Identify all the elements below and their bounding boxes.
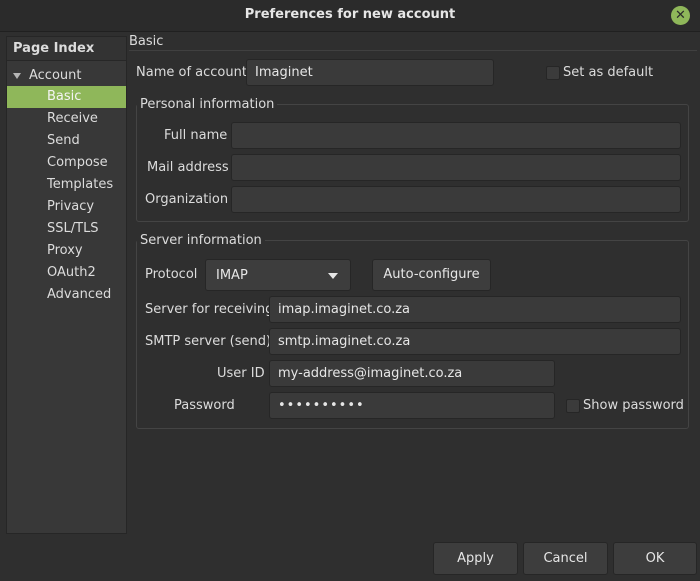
sidebar-item-label: Send — [47, 133, 80, 148]
name-of-account-field[interactable]: Imaginet — [246, 59, 494, 86]
personal-information-title: Personal information — [137, 97, 278, 112]
password-label: Password — [174, 398, 235, 413]
sidebar-item-privacy[interactable]: Privacy — [7, 196, 126, 218]
protocol-value: IMAP — [216, 268, 248, 283]
close-icon: ✕ — [675, 8, 686, 23]
sidebar-item-compose[interactable]: Compose — [7, 152, 126, 174]
chevron-down-icon — [328, 273, 338, 279]
smtp-server-field[interactable]: smtp.imaginet.co.za — [269, 328, 681, 355]
user-id-field[interactable]: my-address@imaginet.co.za — [269, 360, 555, 387]
sidebar-item-ssl-tls[interactable]: SSL/TLS — [7, 218, 126, 240]
title-bar: Preferences for new account ✕ — [0, 0, 700, 32]
mail-address-field[interactable] — [231, 154, 681, 181]
sidebar-item-label: Compose — [47, 155, 108, 170]
password-field[interactable]: •••••••••• — [269, 392, 555, 419]
page-index-label: Page Index — [13, 41, 95, 56]
server-information-title: Server information — [137, 233, 265, 248]
mail-address-label: Mail address — [147, 160, 229, 175]
sidebar-group-label: Account — [29, 68, 82, 83]
sidebar-item-basic[interactable]: Basic — [7, 86, 126, 108]
organization-field[interactable] — [231, 186, 681, 213]
user-id-label: User ID — [217, 366, 265, 381]
sidebar-item-label: OAuth2 — [47, 265, 96, 280]
sidebar-item-label: Basic — [47, 89, 82, 104]
sidebar-item-label: Privacy — [47, 199, 95, 214]
sidebar-group-account[interactable]: Account — [7, 65, 126, 87]
show-password-checkbox[interactable] — [566, 399, 580, 413]
set-as-default-label[interactable]: Set as default — [563, 65, 653, 80]
server-receiving-field[interactable]: imap.imaginet.co.za — [269, 296, 681, 323]
page-title-label: Basic — [129, 34, 164, 49]
sidebar-item-templates[interactable]: Templates — [7, 174, 126, 196]
sidebar-item-advanced[interactable]: Advanced — [7, 284, 126, 306]
sidebar-item-proxy[interactable]: Proxy — [7, 240, 126, 262]
name-of-account-label: Name of account — [136, 65, 247, 80]
sidebar-item-send[interactable]: Send — [7, 130, 126, 152]
protocol-label: Protocol — [145, 267, 198, 282]
page-title: Basic — [129, 34, 697, 51]
cancel-button[interactable]: Cancel — [523, 542, 608, 575]
close-button[interactable]: ✕ — [671, 6, 690, 25]
smtp-server-label: SMTP server (send) — [145, 334, 272, 349]
ok-button[interactable]: OK — [613, 542, 697, 575]
sidebar-item-label: Advanced — [47, 287, 112, 302]
expand-arrow-icon[interactable] — [13, 73, 21, 79]
auto-configure-button[interactable]: Auto-configure — [372, 259, 491, 291]
sidebar-item-oauth2[interactable]: OAuth2 — [7, 262, 126, 284]
full-name-field[interactable] — [231, 122, 681, 149]
window-title: Preferences for new account — [244, 7, 456, 22]
sidebar-item-receive[interactable]: Receive — [7, 108, 126, 130]
show-password-label[interactable]: Show password — [583, 398, 684, 413]
page-index-header[interactable]: Page Index — [7, 37, 126, 61]
sidebar-item-label: Receive — [47, 111, 98, 126]
sidebar-item-label: SSL/TLS — [47, 221, 99, 236]
sidebar-item-label: Proxy — [47, 243, 83, 258]
sidebar-item-label: Templates — [47, 177, 114, 192]
apply-button[interactable]: Apply — [433, 542, 518, 575]
server-receiving-label: Server for receiving — [145, 302, 274, 317]
protocol-dropdown[interactable]: IMAP — [205, 259, 351, 291]
set-as-default-checkbox[interactable] — [546, 66, 560, 80]
full-name-label: Full name — [164, 128, 228, 143]
organization-label: Organization — [145, 192, 229, 207]
page-index-panel: Page Index Account Basic Receive Send Co… — [6, 36, 127, 534]
